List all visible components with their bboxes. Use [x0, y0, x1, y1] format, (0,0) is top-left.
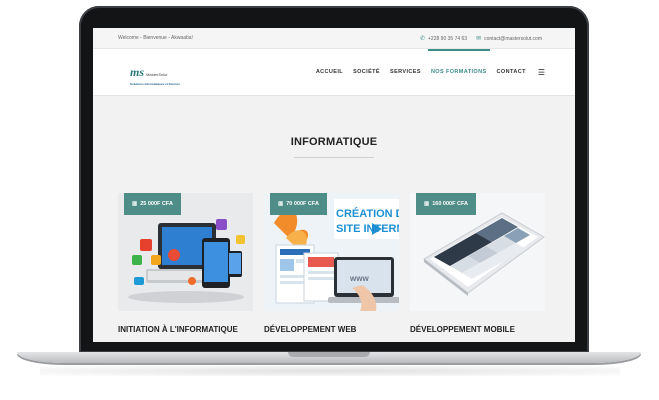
section-title: INFORMATIQUE [290, 136, 378, 148]
phone-number: +228 90 35 74 63 [428, 35, 468, 42]
price-value: 160 000F CFA [432, 201, 468, 207]
website-screen: Welcome - Bienvenue - Akwaaba! ✆ +228 90 … [93, 28, 575, 342]
menu-item-contact[interactable]: CONTACT [497, 49, 526, 95]
logo-tagline: Solutions informatiques et Internet [130, 82, 180, 86]
card-title[interactable]: INITIATION À L'INFORMATIQUE [118, 325, 253, 334]
website-creation-illustration[interactable]: CRÉATION D SITE INTERN www ▥ 70 000F CFA [264, 193, 399, 311]
menu-item-accueil[interactable]: ACCUEIL [316, 49, 343, 95]
devices-illustration[interactable]: ▥ 25 000F CFA [118, 193, 253, 311]
welcome-text: Welcome - Bienvenue - Akwaaba! [118, 35, 193, 41]
phone-icon: ✆ [419, 35, 426, 42]
top-info-bar: Welcome - Bienvenue - Akwaaba! ✆ +228 90 … [93, 28, 575, 49]
menu-icon[interactable]: ☰ [538, 68, 545, 77]
main-menu: ACCUEIL SOCIÉTÉ SERVICES NOS FORMATIONS … [316, 49, 545, 95]
email-address: contact@mastersolut.com [484, 35, 542, 42]
tag-icon: ▥ [132, 201, 138, 207]
laptop-shadow [40, 366, 620, 376]
email-contact[interactable]: ✉ contact@mastersolut.com [476, 35, 542, 42]
main-navbar: ms MasterSolut Solutions informatiques et… [93, 49, 575, 96]
price-badge: ▥ 70 000F CFA [270, 193, 327, 215]
price-value: 70 000F CFA [286, 201, 319, 207]
price-value: 25 000F CFA [140, 201, 173, 207]
svg-text:CRÉATION D: CRÉATION D [336, 207, 399, 220]
envelope-icon: ✉ [476, 35, 482, 42]
svg-text:www: www [349, 274, 369, 283]
tablet-mockup[interactable]: ▥ 160 000F CFA [410, 193, 545, 311]
logo-mark: ms [130, 65, 145, 79]
svg-text:SITE INTERN: SITE INTERN [336, 223, 399, 235]
menu-item-nos-formations[interactable]: NOS FORMATIONS [427, 49, 490, 95]
course-card-initiation[interactable]: ▥ 25 000F CFA INITIATION À L'INFORMATIQUE [118, 193, 253, 334]
logo-brand: MasterSolut [146, 72, 168, 77]
phone-contact[interactable]: ✆ +228 90 35 74 63 [420, 35, 467, 42]
laptop-notch [288, 352, 370, 357]
menu-item-services[interactable]: SERVICES [390, 49, 421, 95]
tag-icon: ▥ [278, 201, 284, 207]
card-title[interactable]: DÉVELOPPEMENT MOBILE [410, 325, 545, 334]
tag-icon: ▥ [424, 201, 430, 207]
course-card-web[interactable]: CRÉATION D SITE INTERN www ▥ 70 000F CFA… [264, 193, 399, 334]
course-card-mobile[interactable]: ▥ 160 000F CFA DÉVELOPPEMENT MOBILE [410, 193, 545, 334]
price-badge: ▥ 25 000F CFA [124, 193, 181, 215]
title-divider [294, 157, 374, 158]
menu-item-societe[interactable]: SOCIÉTÉ [353, 49, 380, 95]
site-logo[interactable]: ms MasterSolut Solutions informatiques et… [130, 63, 190, 86]
price-badge: ▥ 160 000F CFA [416, 193, 476, 215]
card-title[interactable]: DÉVELOPPEMENT WEB [264, 325, 399, 334]
